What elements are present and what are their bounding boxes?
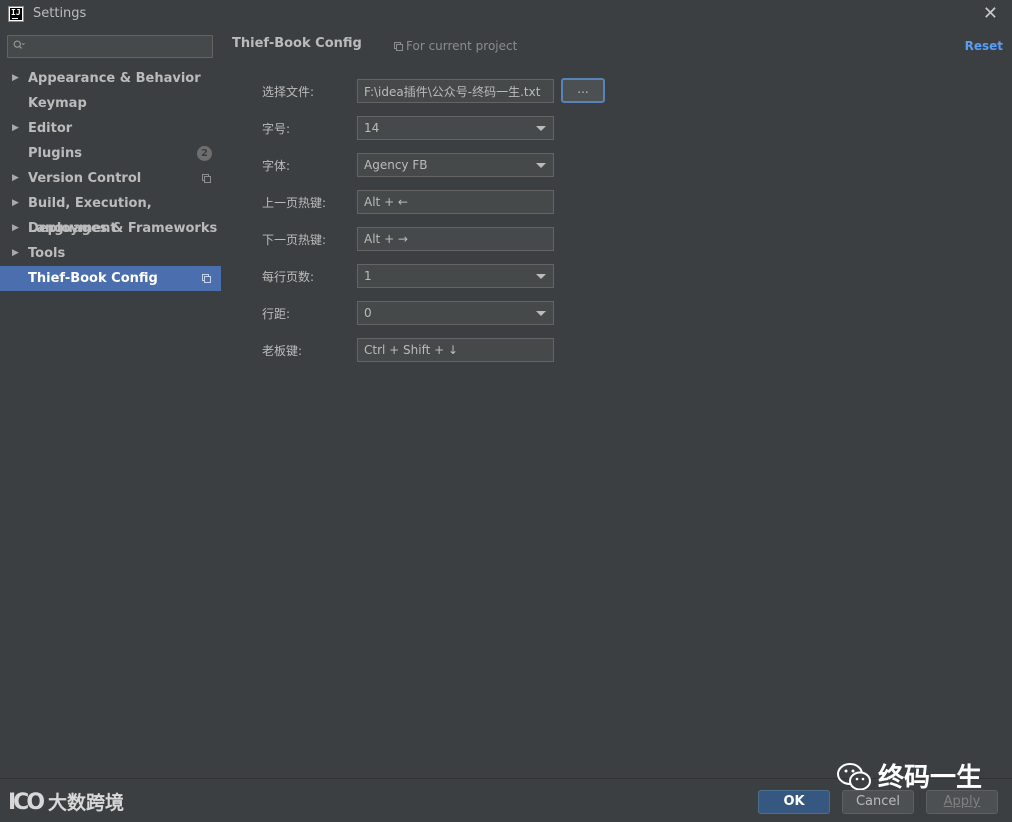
nav-item-tools[interactable]: ▶ Tools	[0, 241, 221, 266]
dialog-button-bar: ICO 大数跨境 终码一生 OK Cancel Apply	[0, 763, 1012, 822]
project-scope-icon	[202, 274, 211, 283]
line-spacing-label: 行距:	[262, 307, 291, 321]
settings-nav-tree: ▶ Appearance & Behavior Keymap ▶ Editor …	[0, 66, 221, 291]
file-label: 选择文件:	[262, 85, 315, 99]
nav-item-editor[interactable]: ▶ Editor	[0, 116, 221, 141]
font-family-label: 字体:	[262, 159, 291, 173]
dropdown-arrow-icon	[536, 163, 546, 168]
plugins-count-badge: 2	[197, 146, 212, 161]
nav-item-label: Languages & Frameworks	[28, 221, 218, 236]
dropdown-arrow-icon	[536, 126, 546, 131]
nav-item-label: Keymap	[28, 96, 87, 111]
lines-per-page-value: 1	[364, 269, 372, 283]
nav-item-appearance-behavior[interactable]: ▶ Appearance & Behavior	[0, 66, 221, 91]
project-scope-icon	[202, 174, 211, 183]
page-title: Thief-Book Config	[232, 36, 362, 51]
expand-arrow-icon[interactable]: ▶	[12, 241, 19, 266]
watermark-dashu: ICO 大数跨境	[8, 788, 124, 815]
font-family-value: Agency FB	[364, 158, 428, 172]
scope-label: For current project	[406, 39, 518, 53]
search-icon	[13, 40, 25, 49]
nav-item-label: Tools	[28, 246, 66, 261]
expand-arrow-icon[interactable]: ▶	[12, 116, 19, 141]
ok-button[interactable]: OK	[758, 790, 830, 814]
watermark-wechat: 终码一生	[836, 757, 982, 794]
nav-item-thief-book-config[interactable]: Thief-Book Config	[0, 266, 221, 291]
nav-item-label: Plugins	[28, 146, 82, 161]
app-icon-text: IJ	[10, 8, 22, 20]
lines-per-page-select[interactable]: 1	[357, 264, 554, 288]
nav-item-label: Editor	[28, 121, 73, 136]
watermark-logo: ICO	[8, 790, 45, 815]
boss-key-label: 老板键:	[262, 344, 303, 358]
prev-hotkey-label: 上一页热键:	[262, 196, 327, 210]
expand-arrow-icon[interactable]: ▶	[12, 191, 19, 216]
scope-indicator: For current project	[394, 39, 517, 53]
expand-arrow-icon[interactable]: ▶	[12, 66, 19, 91]
prev-hotkey-input[interactable]	[357, 190, 554, 214]
project-scope-icon	[394, 42, 403, 51]
nav-item-label: Appearance & Behavior	[28, 71, 201, 86]
next-hotkey-input[interactable]	[357, 227, 554, 251]
expand-arrow-icon[interactable]: ▶	[12, 166, 19, 191]
close-icon[interactable]: ✕	[983, 3, 998, 24]
dropdown-arrow-icon	[536, 311, 546, 316]
wechat-icon	[837, 763, 871, 791]
reset-link[interactable]: Reset	[965, 39, 1003, 53]
font-family-select[interactable]: Agency FB	[357, 153, 554, 177]
font-size-select[interactable]: 14	[357, 116, 554, 140]
apply-button[interactable]: Apply	[926, 790, 998, 814]
title-bar: IJ Settings ✕	[0, 0, 1012, 28]
file-path-input[interactable]	[357, 79, 554, 103]
nav-item-keymap[interactable]: Keymap	[0, 91, 221, 116]
watermark-text: 终码一生	[878, 763, 983, 793]
nav-item-label: Version Control	[28, 171, 142, 186]
font-size-label: 字号:	[262, 122, 291, 136]
line-spacing-value: 0	[364, 306, 372, 320]
nav-item-plugins[interactable]: Plugins 2	[0, 141, 221, 166]
nav-item-label: Thief-Book Config	[28, 271, 158, 286]
font-size-value: 14	[364, 121, 380, 135]
boss-key-input[interactable]	[357, 338, 554, 362]
window-title: Settings	[33, 6, 87, 21]
next-hotkey-label: 下一页热键:	[262, 233, 327, 247]
nav-item-languages-frameworks[interactable]: ▶ Languages & Frameworks	[0, 216, 221, 241]
line-spacing-select[interactable]: 0	[357, 301, 554, 325]
dropdown-arrow-icon	[536, 274, 546, 279]
lines-per-page-label: 每行页数:	[262, 270, 315, 284]
settings-search-input[interactable]	[7, 35, 213, 58]
nav-item-version-control[interactable]: ▶ Version Control	[0, 166, 221, 191]
settings-sidebar: ▶ Appearance & Behavior Keymap ▶ Editor …	[0, 28, 221, 778]
settings-content-panel: Thief-Book Config For current project Re…	[221, 28, 1012, 778]
watermark-text: 大数跨境	[48, 792, 125, 814]
expand-arrow-icon[interactable]: ▶	[12, 216, 19, 241]
intellij-app-icon: IJ	[8, 6, 24, 22]
cancel-button[interactable]: Cancel	[842, 790, 914, 814]
nav-item-build-execution-deployment[interactable]: ▶ Build, Execution, Deployment	[0, 191, 221, 236]
browse-file-button[interactable]: ...	[561, 78, 605, 103]
